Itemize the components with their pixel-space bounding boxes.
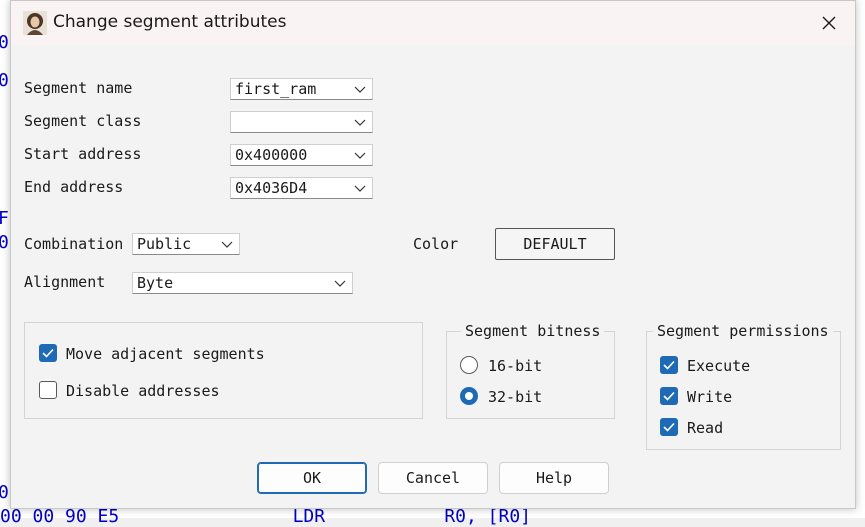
alignment-combo[interactable]: Byte (132, 272, 353, 294)
combination-value: Public (137, 235, 192, 253)
combination-combo[interactable]: Public (132, 233, 240, 255)
chevron-down-icon (354, 86, 366, 93)
end-address-label: End address (24, 178, 124, 196)
permissions-group-title: Segment permissions (653, 322, 833, 340)
bitness-16-label[interactable]: 16-bit (488, 357, 542, 375)
segment-class-label: Segment class (24, 112, 142, 130)
segment-class-combo[interactable] (230, 111, 373, 133)
chevron-down-icon (354, 185, 366, 192)
title-bar: Change segment attributes (11, 1, 855, 45)
start-address-label: Start address (24, 145, 142, 163)
chevron-down-icon (334, 280, 346, 287)
bitness-group-title: Segment bitness (461, 322, 605, 340)
help-button[interactable]: Help (499, 462, 609, 494)
chevron-down-icon (354, 119, 366, 126)
disable-addresses-label[interactable]: Disable addresses (66, 382, 220, 400)
segment-name-combo[interactable]: first_ram (230, 78, 373, 100)
bitness-32-label[interactable]: 32-bit (488, 388, 542, 406)
write-label[interactable]: Write (687, 388, 732, 406)
read-label[interactable]: Read (687, 419, 723, 437)
segment-name-value: first_ram (235, 80, 317, 98)
ok-button[interactable]: OK (257, 462, 367, 494)
checkmark-icon (42, 348, 54, 358)
execute-checkbox[interactable] (660, 356, 678, 374)
chevron-down-icon (221, 241, 233, 248)
combination-label: Combination (24, 235, 124, 253)
cancel-button[interactable]: Cancel (378, 462, 488, 494)
ide-glyph: 0 (0, 70, 9, 91)
bitness-16-radio[interactable] (460, 356, 478, 374)
options-group (24, 322, 423, 419)
close-button[interactable] (811, 7, 847, 39)
disable-addresses-checkbox[interactable] (39, 381, 57, 399)
ide-bottom-line: 00 00 90 E5 LDR R0, [R0] (0, 506, 532, 527)
end-address-value: 0x4036D4 (235, 179, 308, 197)
start-address-combo[interactable]: 0x400000 (230, 144, 373, 166)
bitness-32-radio[interactable] (460, 387, 478, 405)
close-icon (822, 16, 836, 30)
color-button[interactable]: DEFAULT (495, 228, 615, 260)
ide-glyph: 0 (0, 232, 9, 253)
alignment-label: Alignment (24, 273, 106, 291)
read-checkbox[interactable] (660, 418, 678, 436)
alignment-value: Byte (137, 274, 174, 292)
segment-name-label: Segment name (24, 79, 133, 97)
execute-label[interactable]: Execute (687, 357, 750, 375)
chevron-down-icon (354, 152, 366, 159)
checkmark-icon (663, 391, 675, 401)
write-checkbox[interactable] (660, 387, 678, 405)
end-address-combo[interactable]: 0x4036D4 (230, 177, 373, 199)
move-adjacent-label[interactable]: Move adjacent segments (66, 345, 265, 363)
ide-glyph: 0 (0, 32, 9, 53)
ide-glyph: F (0, 208, 9, 229)
portrait-icon (23, 11, 47, 35)
change-segment-dialog: Change segment attributes Segment name f… (10, 0, 856, 509)
color-label: Color (413, 235, 459, 253)
checkmark-icon (663, 360, 675, 370)
ide-glyph: 0 (0, 482, 9, 503)
start-address-value: 0x400000 (235, 146, 308, 164)
move-adjacent-checkbox[interactable] (39, 344, 57, 362)
dialog-title: Change segment attributes (53, 12, 287, 32)
checkmark-icon (663, 422, 675, 432)
